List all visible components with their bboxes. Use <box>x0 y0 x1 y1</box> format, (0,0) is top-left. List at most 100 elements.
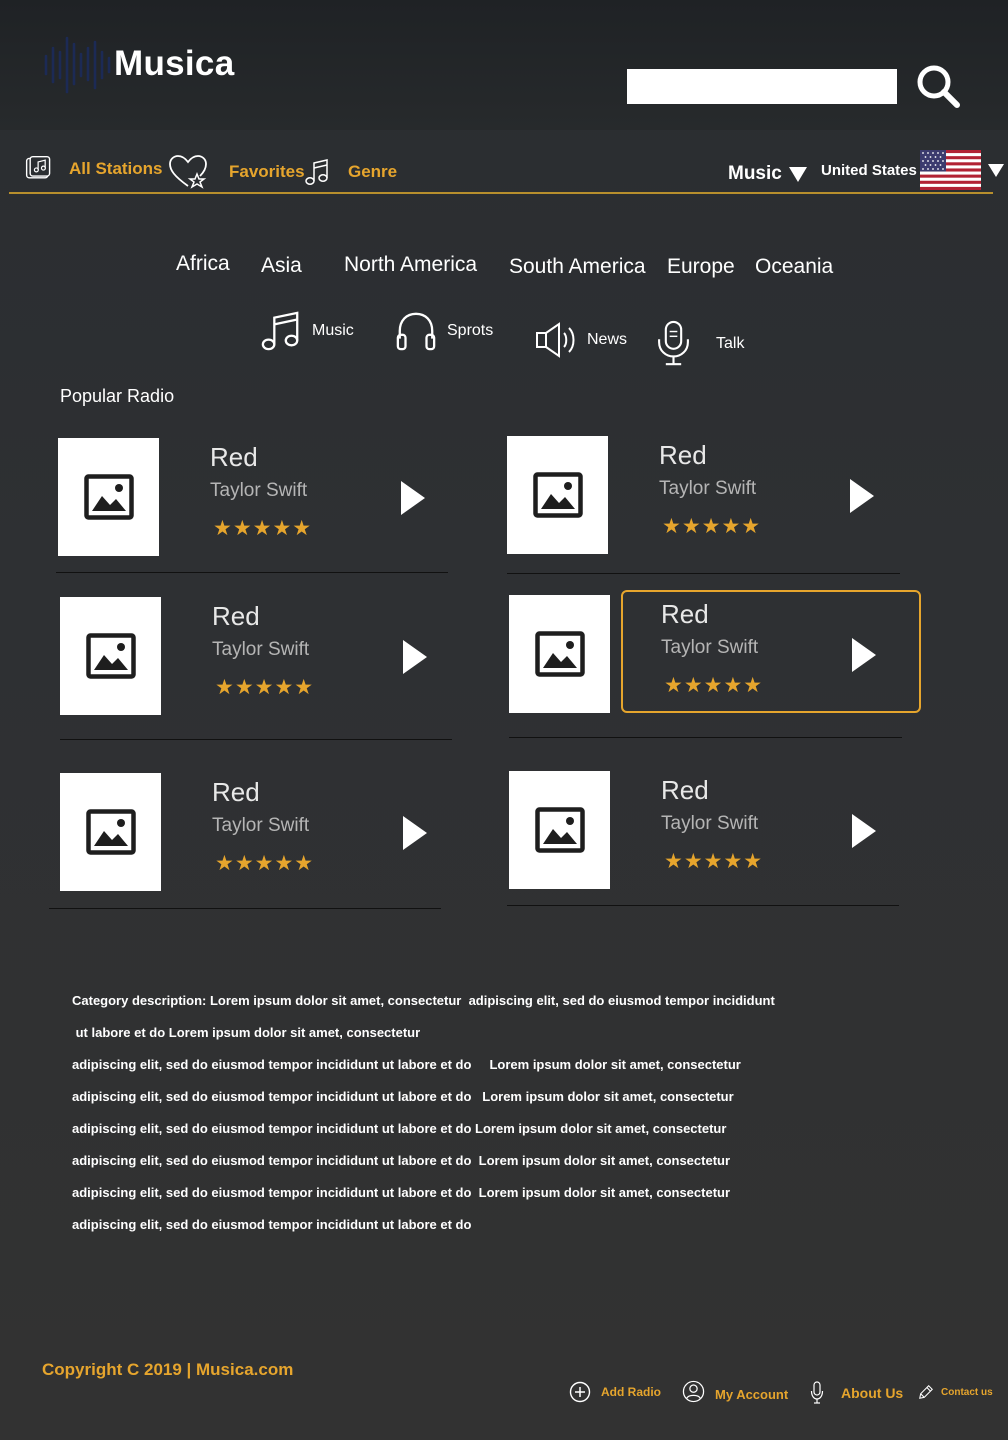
microphone-icon <box>658 320 689 366</box>
chevron-down-icon <box>987 163 1004 177</box>
play-icon[interactable] <box>398 478 428 518</box>
footer-about-us-label: About Us <box>841 1385 904 1401</box>
radio-card[interactable]: Red Taylor Swift ★★★★★ <box>60 597 460 727</box>
image-icon <box>534 807 585 853</box>
star-rating: ★★★★★ <box>664 674 764 697</box>
chevron-down-icon <box>788 166 807 182</box>
station-title: Red <box>661 775 709 805</box>
heart-star-icon <box>169 155 207 189</box>
category-news-label: News <box>587 331 628 348</box>
radio-card[interactable]: Red Taylor Swift ★★★★★ <box>507 436 907 566</box>
image-placeholder <box>509 595 610 713</box>
station-title: Red <box>659 440 707 470</box>
region-north-america[interactable]: North America <box>344 253 477 277</box>
description-line: adipiscing elit, sed do eiusmod tempor i… <box>72 1153 731 1168</box>
category-talk-label: Talk <box>716 335 745 352</box>
plus-circle-icon <box>569 1381 591 1403</box>
category-filter: Music Sprots News Talk <box>0 306 1008 376</box>
description-line: adipiscing elit, sed do eiusmod tempor i… <box>72 1217 472 1232</box>
play-icon[interactable] <box>400 637 430 677</box>
station-artist: Taylor Swift <box>659 478 757 499</box>
copyright: Copyright C 2019 | Musica.com <box>42 1360 294 1379</box>
play-icon[interactable] <box>847 476 877 516</box>
radio-album-icon <box>25 155 51 179</box>
logo-text: Musica <box>114 44 235 83</box>
sound-wave-icon <box>44 36 111 94</box>
description-line: ut labore et do Lorem ipsum dolor sit am… <box>72 1025 421 1040</box>
footer-contact-us-label: Contact us <box>941 1386 993 1398</box>
play-icon[interactable] <box>849 811 879 851</box>
speaker-icon <box>536 322 575 358</box>
star-rating: ★★★★★ <box>213 517 313 540</box>
radio-card[interactable]: Red Taylor Swift ★★★★★ <box>509 771 909 901</box>
image-icon <box>532 472 583 518</box>
description-line: Category description: Lorem ipsum dolor … <box>72 993 775 1008</box>
search-input[interactable] <box>627 69 897 104</box>
station-artist: Taylor Swift <box>661 637 759 658</box>
card-divider <box>509 737 902 738</box>
station-title: Red <box>212 601 260 631</box>
music-dropdown[interactable]: Music <box>728 163 807 185</box>
description-line: adipiscing elit, sed do eiusmod tempor i… <box>72 1121 727 1136</box>
country-dropdown-label: United States <box>821 161 917 179</box>
region-africa[interactable]: Africa <box>176 252 230 276</box>
play-icon[interactable] <box>400 813 430 853</box>
station-title: Red <box>210 442 258 472</box>
play-icon[interactable] <box>849 635 879 675</box>
image-placeholder <box>58 438 159 556</box>
card-divider <box>56 572 448 573</box>
footer-about-us[interactable]: About Us <box>810 1381 903 1405</box>
image-placeholder <box>507 436 608 554</box>
category-music[interactable]: Music <box>260 310 354 352</box>
card-divider <box>507 905 899 906</box>
nav-favorites-label: Favorites <box>229 162 305 181</box>
category-talk[interactable]: Talk <box>656 320 744 368</box>
category-sports-label: Sprots <box>447 322 494 339</box>
category-news[interactable]: News <box>535 320 627 360</box>
station-title: Red <box>661 599 709 629</box>
card-divider <box>60 739 452 740</box>
footer-add-radio[interactable]: Add Radio <box>569 1381 661 1403</box>
station-artist: Taylor Swift <box>661 813 759 834</box>
description-line: adipiscing elit, sed do eiusmod tempor i… <box>72 1057 741 1072</box>
footer-my-account[interactable]: My Account <box>682 1380 788 1403</box>
main-nav: All Stations Favorites Genre Music Unite… <box>0 130 1008 196</box>
region-south-america[interactable]: South America <box>509 255 646 279</box>
image-placeholder <box>60 773 161 891</box>
image-icon <box>83 474 134 520</box>
region-europe[interactable]: Europe <box>667 255 735 279</box>
footer-my-account-label: My Account <box>715 1387 789 1402</box>
nav-divider <box>9 192 993 194</box>
category-sports[interactable]: Sprots <box>395 310 493 352</box>
nav-all-stations[interactable]: All Stations <box>24 154 163 184</box>
country-dropdown[interactable]: United States <box>821 150 1004 190</box>
user-circle-icon <box>682 1380 705 1403</box>
logo[interactable]: Musica <box>40 34 234 94</box>
nav-genre-label: Genre <box>348 162 398 181</box>
station-artist: Taylor Swift <box>212 639 310 660</box>
us-flag-icon <box>919 150 981 190</box>
footer-contact-us[interactable]: Contact us <box>918 1384 993 1400</box>
description-line: adipiscing elit, sed do eiusmod tempor i… <box>72 1089 734 1104</box>
star-rating: ★★★★★ <box>215 676 315 699</box>
music-dropdown-label: Music <box>728 163 782 184</box>
radio-card[interactable]: Red Taylor Swift ★★★★★ <box>60 773 460 903</box>
star-rating: ★★★★★ <box>664 850 764 873</box>
section-title: Popular Radio <box>60 386 175 406</box>
radio-card[interactable]: Red Taylor Swift ★★★★★ <box>58 438 458 568</box>
pencil-icon <box>919 1385 933 1399</box>
image-placeholder <box>60 597 161 715</box>
radio-card-selected[interactable]: Red Taylor Swift ★★★★★ <box>509 595 909 725</box>
nav-genre[interactable]: Genre <box>304 158 397 186</box>
headphones-icon <box>396 312 436 351</box>
description-line: adipiscing elit, sed do eiusmod tempor i… <box>72 1185 731 1200</box>
microphone-icon <box>810 1381 824 1404</box>
search-icon[interactable] <box>914 62 962 110</box>
card-divider <box>507 573 900 574</box>
nav-favorites[interactable]: Favorites <box>168 154 305 190</box>
region-asia[interactable]: Asia <box>261 254 302 278</box>
star-rating: ★★★★★ <box>215 852 315 875</box>
region-oceania[interactable]: Oceania <box>755 255 833 279</box>
image-icon <box>534 631 585 677</box>
card-divider <box>49 908 441 909</box>
